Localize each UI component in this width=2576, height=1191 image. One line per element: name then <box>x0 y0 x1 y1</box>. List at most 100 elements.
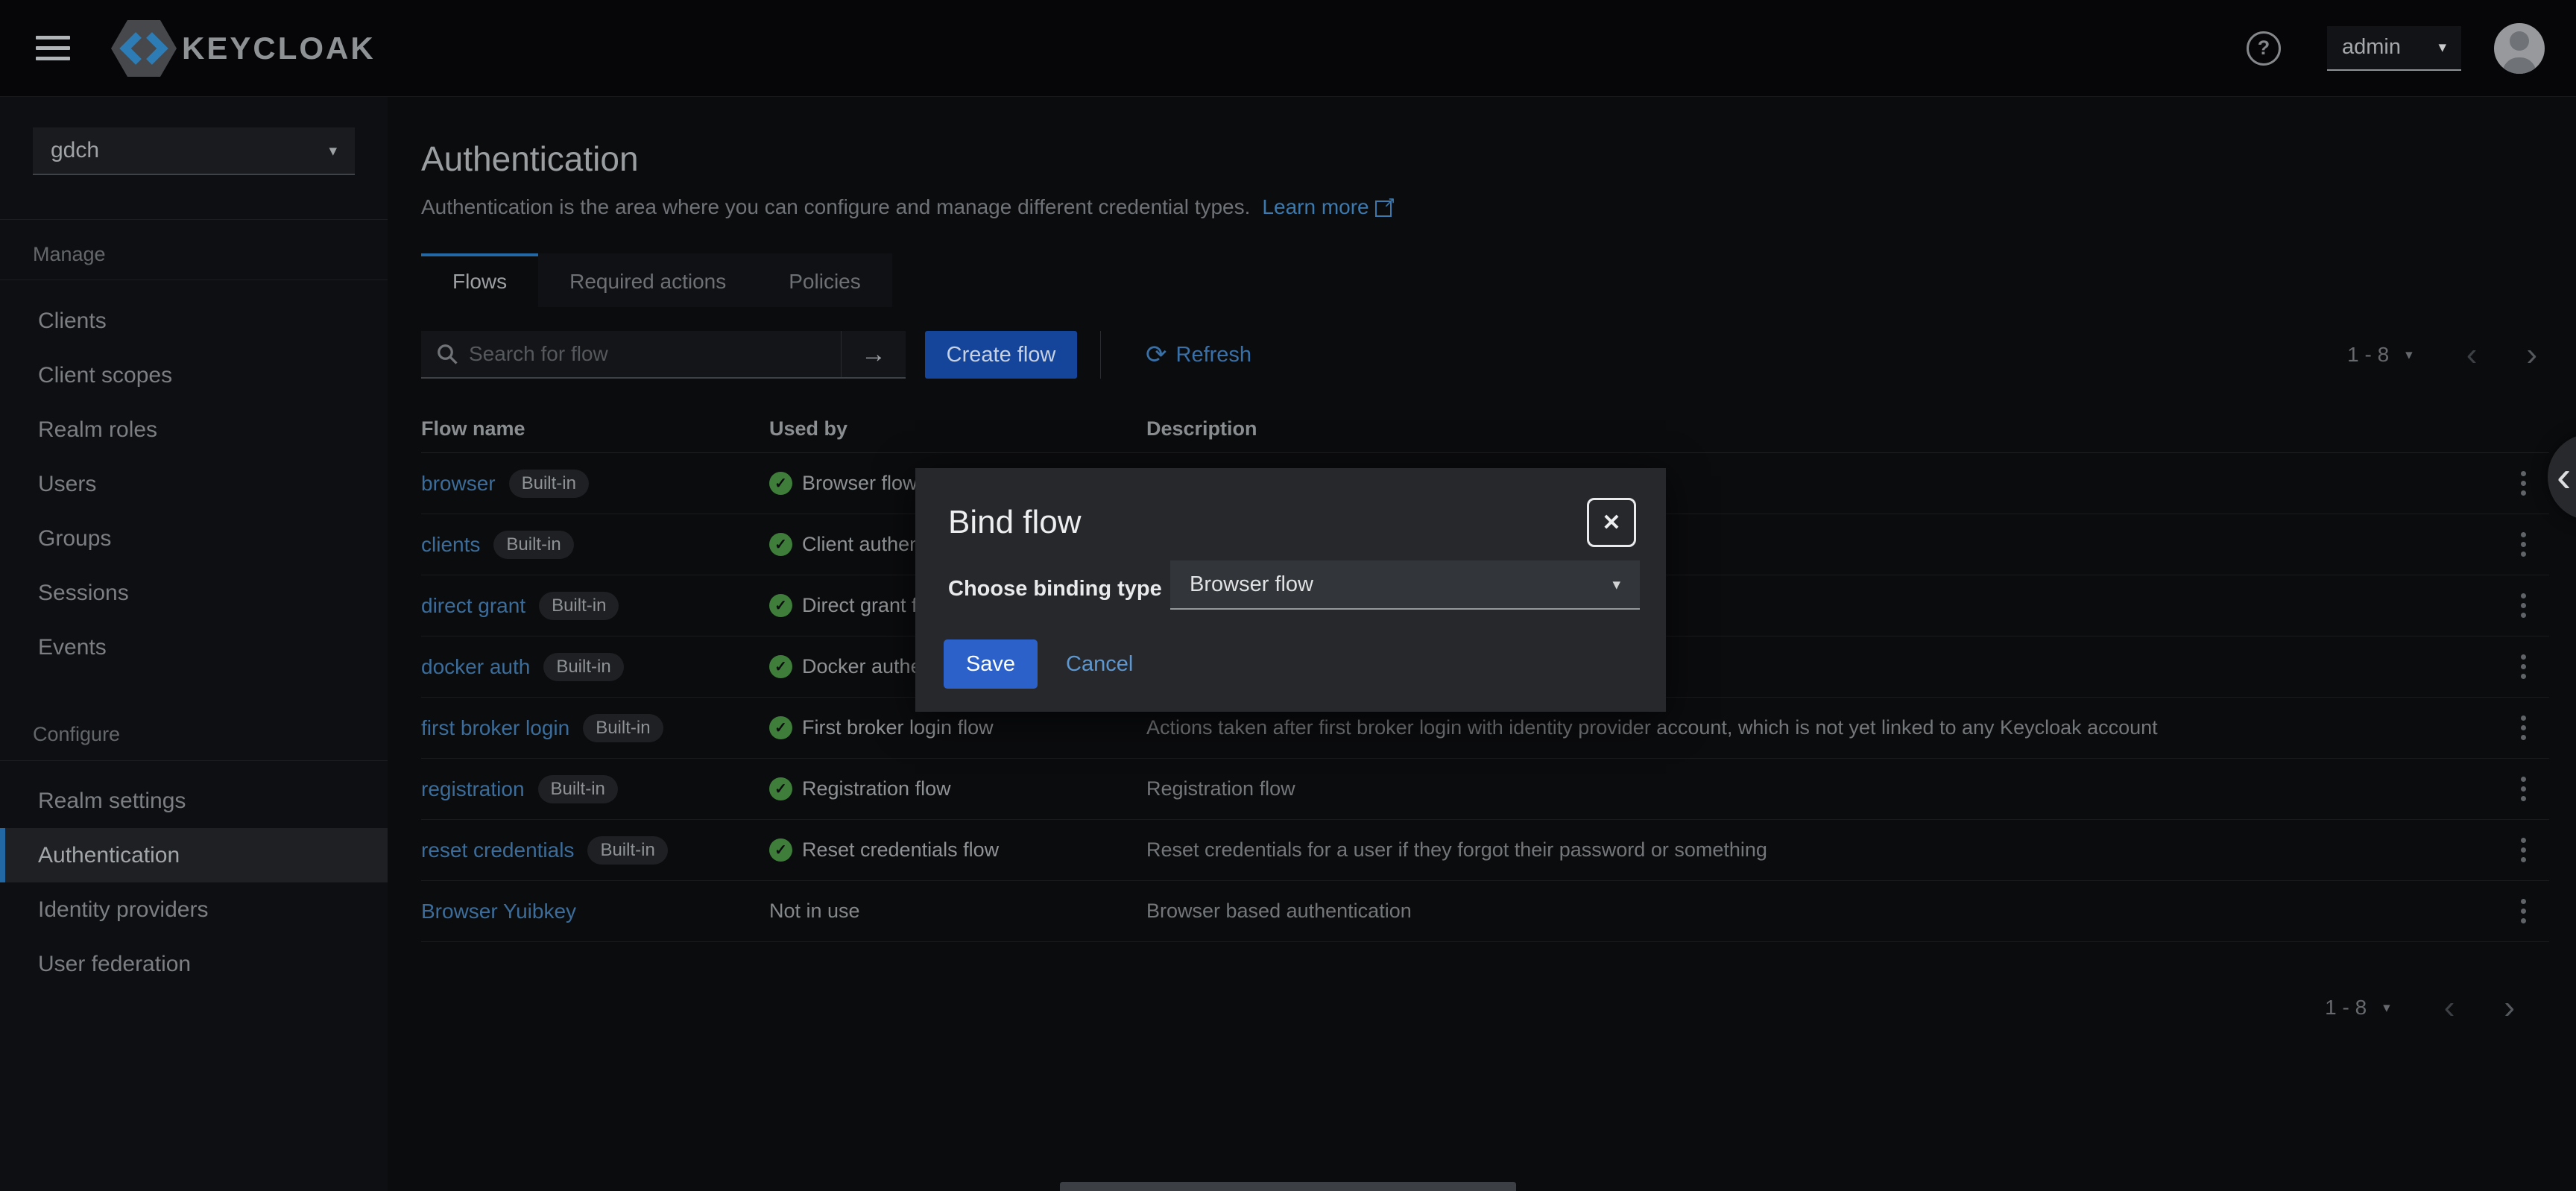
flow-name-link[interactable]: Browser Yuibkey <box>421 900 576 923</box>
sidebar-item-realm-settings[interactable]: Realm settings <box>0 774 388 828</box>
chevron-down-icon[interactable]: ▾ <box>2405 347 2413 364</box>
tab-required-actions[interactable]: Required actions <box>538 253 757 307</box>
flow-name-cell: clients Built-in <box>421 531 769 559</box>
create-flow-button[interactable]: Create flow <box>925 331 1077 379</box>
sidebar-item-identity-providers[interactable]: Identity providers <box>0 882 388 937</box>
masthead: KEYCLOAK ? admin ▾ <box>0 0 2576 97</box>
built-in-badge: Built-in <box>509 470 589 498</box>
tab-policies[interactable]: Policies <box>757 253 891 307</box>
sidebar-item-clients[interactable]: Clients <box>0 294 388 348</box>
description-cell: Browser based authentication <box>1146 900 2497 923</box>
used-by-text: Registration flow <box>802 777 951 800</box>
flow-name-link[interactable]: first broker login <box>421 716 569 740</box>
check-circle-icon: ✓ <box>769 838 792 862</box>
sidebar-configure-list: Realm settingsAuthenticationIdentity pro… <box>0 774 388 991</box>
description-cell: Reset credentials for a user if they for… <box>1146 838 2497 862</box>
binding-type-label: Choose binding type <box>948 577 1162 601</box>
flow-name-link[interactable]: clients <box>421 533 480 557</box>
refresh-button[interactable]: ⟳ Refresh <box>1146 340 1251 370</box>
refresh-label: Refresh <box>1176 343 1252 367</box>
tab-bar: FlowsRequired actionsPolicies <box>421 253 2549 307</box>
previous-page-icon[interactable]: ‹ <box>2466 338 2478 371</box>
kebab-menu-icon[interactable] <box>2515 771 2532 807</box>
table-row: reset credentialsBuilt-in✓ Reset credenti… <box>421 820 2549 881</box>
sidebar-item-user-federation[interactable]: User federation <box>0 937 388 991</box>
search-input[interactable] <box>469 342 841 366</box>
used-by-cell: Not in use <box>769 900 1146 923</box>
hamburger-menu-icon[interactable] <box>36 36 70 60</box>
modal-title: Bind flow <box>948 504 1082 541</box>
flow-name-link[interactable]: docker auth <box>421 655 530 679</box>
built-in-badge: Built-in <box>539 592 619 620</box>
chevron-down-icon[interactable]: ▾ <box>2383 999 2390 1017</box>
flow-name-cell: browser Built-in <box>421 470 769 498</box>
used-by-text: Browser flow <box>802 472 918 495</box>
flow-name-cell: reset credentialsBuilt-in <box>421 836 769 865</box>
realm-selector[interactable]: gdch ▾ <box>33 127 355 175</box>
help-icon[interactable]: ? <box>2247 31 2281 66</box>
sidebar-item-client-scopes[interactable]: Client scopes <box>0 348 388 402</box>
table-row: registration Built-in ✓Registration flowRe… <box>421 759 2549 820</box>
cancel-button[interactable]: Cancel <box>1066 639 1133 689</box>
chevron-down-icon: ▾ <box>2438 38 2446 57</box>
flow-name-cell: Browser Yuibkey <box>421 900 769 923</box>
brand-name: KEYCLOAK <box>182 31 376 66</box>
flow-name-link[interactable]: browser <box>421 472 496 496</box>
used-by-cell: ✓Registration flow <box>769 777 1146 800</box>
keycloak-logo: KEYCLOAK <box>110 19 376 78</box>
kebab-menu-icon[interactable] <box>2515 832 2532 868</box>
avatar[interactable] <box>2494 23 2545 74</box>
check-circle-icon: ✓ <box>769 716 792 739</box>
flow-name-link[interactable]: registration <box>421 777 525 801</box>
sidebar-item-groups[interactable]: Groups <box>0 511 388 566</box>
next-page-icon[interactable]: › <box>2526 338 2537 371</box>
search-submit-arrow-icon[interactable]: → <box>842 331 906 377</box>
close-icon[interactable]: ✕ <box>1587 498 1636 547</box>
sidebar-manage-list: ClientsClient scopesRealm rolesUsersGrou… <box>0 294 388 675</box>
sidebar-item-authentication[interactable]: Authentication <box>0 828 388 882</box>
flow-name-link[interactable]: reset credentials <box>421 838 574 862</box>
user-menu-dropdown[interactable]: admin ▾ <box>2327 26 2461 71</box>
used-by-text: Docker authen <box>802 655 933 678</box>
sidebar: gdch ▾ Manage ClientsClient scopesRealm … <box>0 97 388 1191</box>
page-description: Authentication is the area where you can… <box>421 195 1250 219</box>
sidebar-item-realm-roles[interactable]: Realm roles <box>0 402 388 457</box>
divider <box>0 279 388 280</box>
flow-name-cell: docker authBuilt-in <box>421 653 769 681</box>
pagination-top: 1 - 8 ▾ ‹ › <box>2347 338 2537 371</box>
check-circle-icon: ✓ <box>769 655 792 678</box>
kebab-menu-icon[interactable] <box>2515 465 2532 502</box>
flow-name-cell: registration Built-in <box>421 775 769 803</box>
sidebar-item-sessions[interactable]: Sessions <box>0 566 388 620</box>
save-button[interactable]: Save <box>944 639 1038 689</box>
kebab-menu-icon[interactable] <box>2515 648 2532 685</box>
flow-name-link[interactable]: direct grant <box>421 594 525 618</box>
keycloak-logo-icon <box>110 19 177 78</box>
kebab-menu-icon[interactable] <box>2515 587 2532 624</box>
sidebar-section-configure: Configure <box>33 723 120 746</box>
flow-name-cell: direct grant Built-in <box>421 592 769 620</box>
page-title: Authentication <box>421 139 2549 179</box>
previous-page-icon[interactable]: ‹ <box>2444 991 2455 1024</box>
chevron-down-icon: ▾ <box>1612 575 1620 594</box>
kebab-menu-icon[interactable] <box>2515 710 2532 746</box>
built-in-badge: Built-in <box>538 775 618 803</box>
pagination-range[interactable]: 1 - 8 <box>2347 343 2389 367</box>
sidebar-item-events[interactable]: Events <box>0 620 388 675</box>
external-link-icon <box>1375 198 1395 217</box>
tab-flows[interactable]: Flows <box>421 253 538 307</box>
kebab-menu-icon[interactable] <box>2515 526 2532 563</box>
built-in-badge: Built-in <box>493 531 573 559</box>
bind-flow-modal: Bind flow ✕ Choose binding type Browser … <box>915 468 1666 712</box>
refresh-icon: ⟳ <box>1146 340 1167 370</box>
next-page-icon[interactable]: › <box>2504 991 2515 1024</box>
realm-name: gdch <box>51 138 99 163</box>
kebab-menu-icon[interactable] <box>2515 893 2532 929</box>
pagination-range[interactable]: 1 - 8 <box>2325 996 2367 1020</box>
sidebar-item-users[interactable]: Users <box>0 457 388 511</box>
description-cell: Actions taken after first broker login w… <box>1146 716 2497 739</box>
binding-type-select[interactable]: Browser flow ▾ <box>1170 560 1640 610</box>
column-description: Description <box>1146 417 2497 440</box>
learn-more-link[interactable]: Learn more <box>1262 195 1394 219</box>
table-header: Flow name Used by Description <box>421 405 2549 453</box>
